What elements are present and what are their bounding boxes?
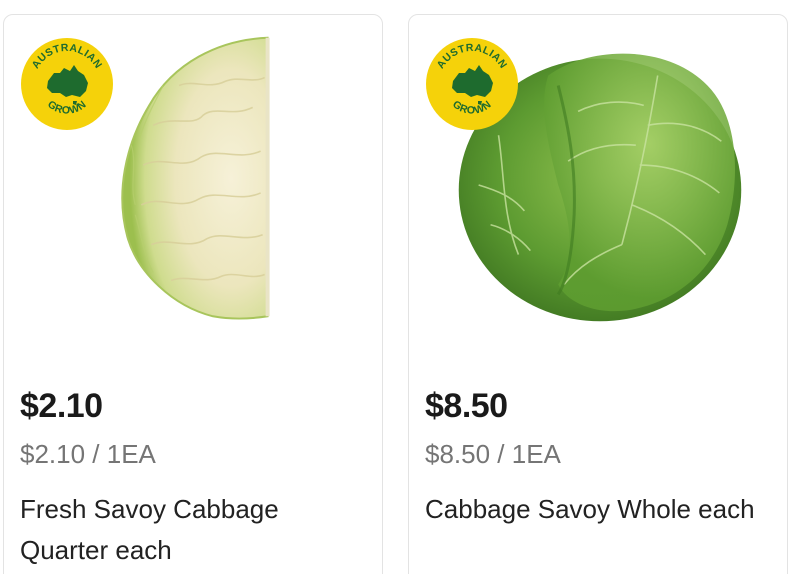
product-image-area[interactable]: AUSTRALIAN GROWN — [409, 15, 787, 345]
product-name[interactable]: Cabbage Savoy Whole each — [425, 489, 765, 530]
unit-price: $8.50 / 1EA — [425, 439, 561, 469]
price: $2.10 — [20, 387, 103, 425]
price: $8.50 — [425, 387, 508, 425]
australian-grown-badge: AUSTRALIAN GROWN — [21, 38, 113, 130]
product-grid: AUSTRALIAN GROWN $2.10 $2.10 / 1EA Fresh… — [0, 0, 794, 574]
australian-grown-badge: AUSTRALIAN GROWN — [426, 38, 518, 130]
unit-price: $2.10 / 1EA — [20, 439, 156, 469]
product-card[interactable]: AUSTRALIAN GROWN $2.10 $2.10 / 1EA Fresh… — [3, 14, 383, 574]
product-name[interactable]: Fresh Savoy Cabbage Quarter each — [20, 489, 360, 571]
product-card[interactable]: AUSTRALIAN GROWN $8.50 $8.50 / 1EA Cabba… — [408, 14, 788, 574]
product-image-area[interactable]: AUSTRALIAN GROWN — [4, 15, 382, 345]
